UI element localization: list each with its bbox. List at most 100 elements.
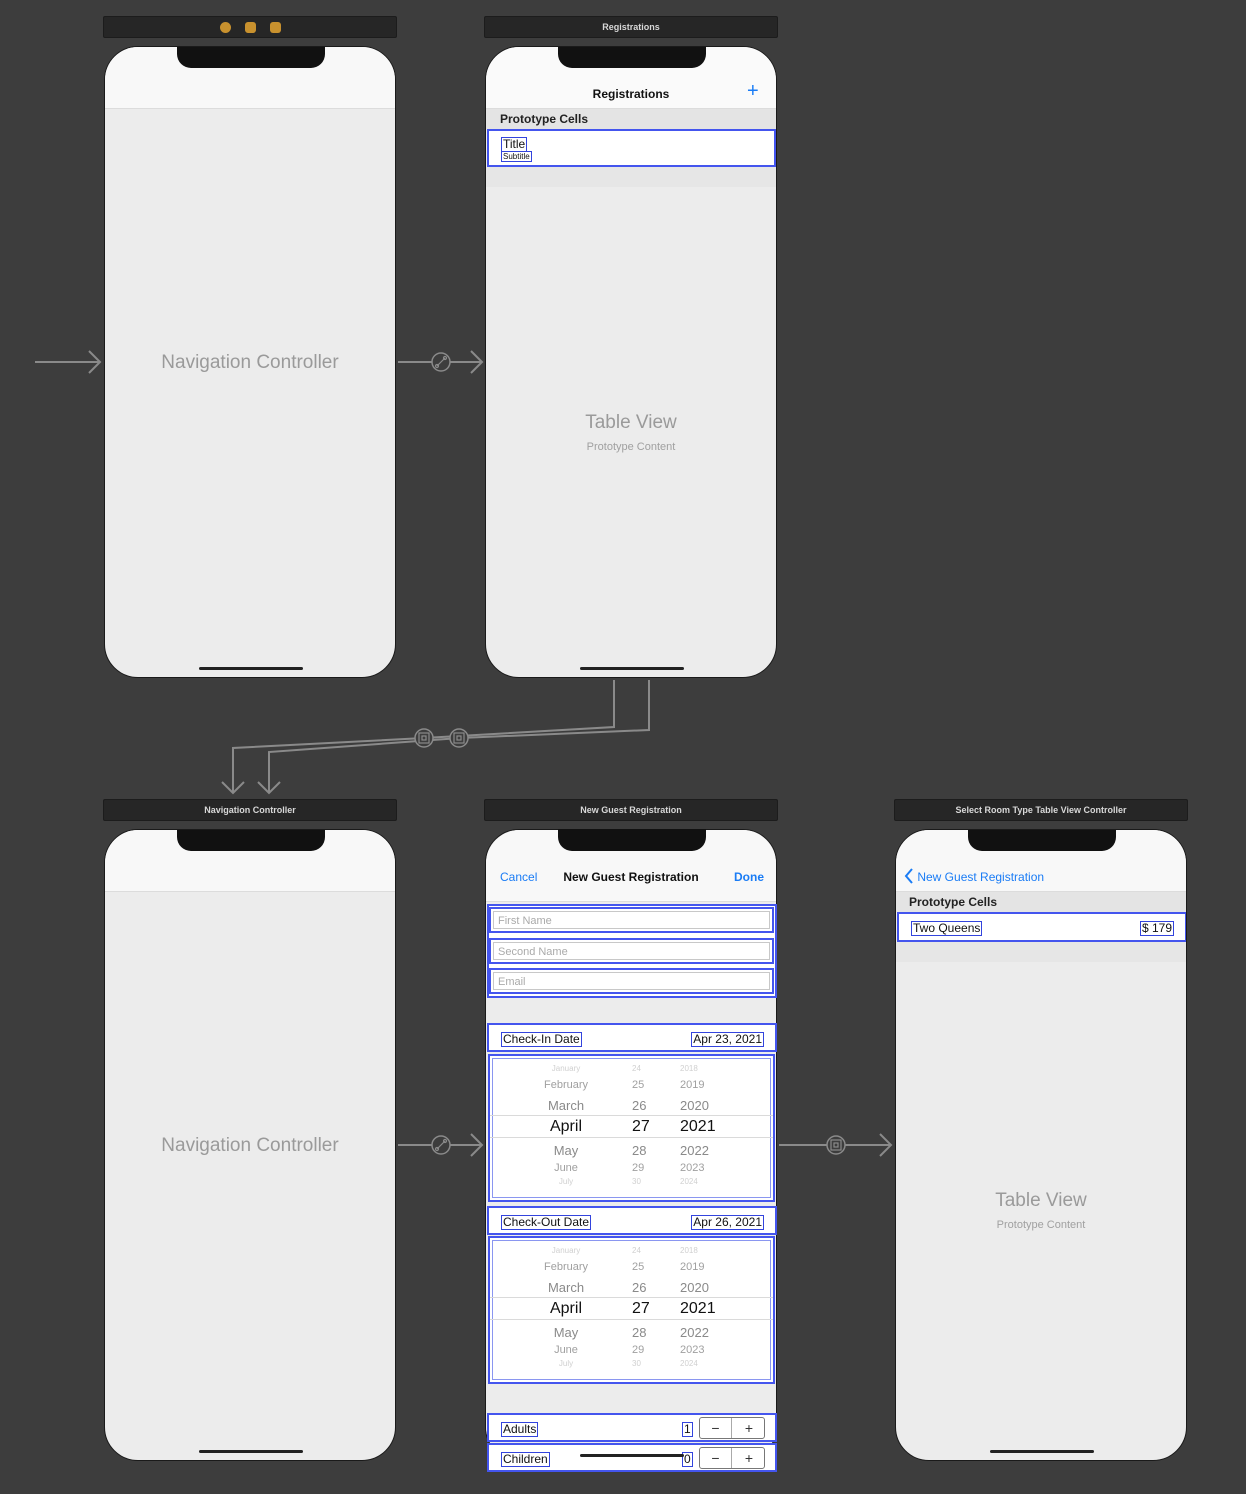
picker-month: May	[553, 1325, 579, 1340]
picker-year: 2020	[680, 1280, 709, 1295]
email-field[interactable]: Email	[489, 968, 774, 994]
table-view-sublabel: Prototype Content	[996, 1219, 1086, 1231]
checkout-date-picker[interactable]: January 24 2018 February 25 2019 March 26 2020 Ap…	[488, 1236, 775, 1384]
checkin-value: Apr 23, 2021	[691, 1032, 764, 1047]
checkin-row[interactable]: Check-In Date Apr 23, 2021	[487, 1023, 777, 1052]
first-name-field[interactable]: First Name	[489, 907, 774, 933]
device-notch	[177, 47, 325, 68]
checkin-date-picker[interactable]: January 24 2018 February 25 2019 March 26 2020 Ap…	[488, 1054, 775, 1202]
home-indicator	[199, 667, 303, 670]
picker-day: 28	[632, 1143, 647, 1158]
prototype-cell[interactable]: Two Queens $ 179	[897, 912, 1186, 942]
scene-bar-nav1[interactable]	[103, 16, 397, 38]
picker-row[interactable]: July 30 2024	[490, 1177, 773, 1197]
registrations-scene[interactable]: Registrations + Prototype Cells Title Su…	[485, 46, 777, 678]
table-background	[486, 167, 776, 187]
chevron-left-icon	[904, 868, 913, 884]
picker-month: April	[549, 1300, 582, 1317]
picker-day: 24	[632, 1064, 641, 1073]
plus-icon[interactable]: +	[733, 1418, 765, 1438]
entry-arrow-head	[88, 350, 102, 374]
section-header: Prototype Cells	[486, 109, 776, 129]
picker-year: 2024	[680, 1177, 698, 1186]
picker-year: 2022	[680, 1325, 709, 1340]
home-indicator	[580, 667, 684, 670]
picker-year: 2019	[680, 1261, 705, 1273]
done-button[interactable]: Done	[734, 870, 764, 884]
picker-day: 25	[632, 1261, 645, 1273]
scene-bar-nav2[interactable]: Navigation Controller	[103, 799, 397, 821]
picker-year: 2023	[680, 1162, 705, 1174]
minus-icon[interactable]: −	[700, 1418, 732, 1438]
new-guest-scene[interactable]: Cancel New Guest Registration Done First…	[485, 829, 777, 1472]
picker-day: 29	[632, 1162, 645, 1174]
picker-row[interactable]: February 25 2019	[490, 1261, 773, 1281]
minus-icon[interactable]: −	[700, 1448, 732, 1468]
picker-year: 2020	[680, 1098, 709, 1113]
segue-show-icon	[826, 1135, 846, 1155]
cube-icon[interactable]	[244, 21, 256, 33]
back-button[interactable]: New Guest Registration	[904, 868, 1044, 884]
plus-icon[interactable]: +	[733, 1448, 765, 1468]
picker-month: June	[554, 1162, 578, 1174]
picker-day: 27	[632, 1300, 650, 1317]
picker-year: 2022	[680, 1143, 709, 1158]
picker-month: February	[543, 1079, 589, 1091]
adults-stepper[interactable]: − +	[699, 1417, 765, 1439]
exit-icon[interactable]	[269, 21, 281, 33]
table-view-sublabel: Prototype Content	[586, 441, 676, 453]
picker-row[interactable]: May 28 2022	[490, 1325, 773, 1345]
back-icon[interactable]	[219, 21, 231, 33]
prototype-cell[interactable]: Title Subtitle	[487, 129, 776, 167]
checkout-label: Check-Out Date	[501, 1215, 592, 1230]
picker-month: July	[558, 1177, 574, 1186]
picker-month: January	[551, 1064, 581, 1073]
picker-row[interactable]: March 26 2020	[490, 1280, 773, 1300]
picker-day: 26	[632, 1280, 647, 1295]
nav-title: Registrations	[592, 87, 670, 101]
add-button[interactable]: +	[747, 80, 759, 103]
children-stepper[interactable]: − +	[699, 1447, 765, 1469]
picker-row[interactable]: May 28 2022	[490, 1143, 773, 1163]
picker-day: 25	[632, 1079, 645, 1091]
room-type-scene[interactable]: New Guest Registration Prototype Cells T…	[895, 829, 1187, 1461]
device-notch	[558, 829, 706, 851]
picker-month: March	[547, 1280, 585, 1295]
segue-present-icon-2	[449, 728, 469, 748]
picker-year: 2024	[680, 1359, 698, 1368]
segue-root-icon-2	[431, 1135, 451, 1155]
children-row[interactable]: Children 0 − +	[487, 1443, 777, 1472]
nav-title: New Guest Registration	[563, 870, 699, 884]
picker-row[interactable]: February 25 2019	[490, 1079, 773, 1099]
nav-controller-scene-1[interactable]: Navigation Controller	[104, 46, 396, 678]
adults-label: Adults	[501, 1422, 539, 1437]
picker-month: February	[543, 1261, 589, 1273]
checkout-value: Apr 26, 2021	[691, 1215, 764, 1230]
checkout-row[interactable]: Check-Out Date Apr 26, 2021	[487, 1206, 777, 1235]
segue-root-icon	[431, 352, 451, 372]
room-name-label: Two Queens	[911, 921, 983, 936]
back-label: New Guest Registration	[917, 870, 1045, 884]
picker-month: May	[553, 1143, 579, 1158]
picker-row[interactable]: July 30 2024	[490, 1359, 773, 1379]
device-notch	[177, 830, 325, 851]
picker-row[interactable]: April 27 2021	[490, 1300, 773, 1320]
picker-row[interactable]: March 26 2020	[490, 1098, 773, 1118]
picker-year: 2021	[680, 1300, 716, 1317]
picker-month: June	[554, 1344, 578, 1356]
picker-day: 28	[632, 1325, 647, 1340]
picker-row[interactable]: April 27 2021	[490, 1118, 773, 1138]
cell-subtitle-label: Subtitle	[501, 151, 532, 162]
scene-bar-registrations[interactable]: Registrations	[484, 16, 778, 38]
nav-controller-scene-2[interactable]: Navigation Controller	[104, 829, 396, 1461]
scene-center-label: Navigation Controller	[161, 352, 339, 373]
home-indicator	[580, 1454, 684, 1457]
scene-bar-room-type[interactable]: Select Room Type Table View Controller	[894, 799, 1188, 821]
picker-month: July	[558, 1359, 574, 1368]
segue-present-icon-1	[414, 728, 434, 748]
second-name-field[interactable]: Second Name	[489, 938, 774, 964]
scene-bar-new-guest[interactable]: New Guest Registration	[484, 799, 778, 821]
adults-row[interactable]: Adults 1 − +	[487, 1413, 777, 1442]
device-notch	[968, 830, 1116, 851]
picker-day: 26	[632, 1098, 647, 1113]
